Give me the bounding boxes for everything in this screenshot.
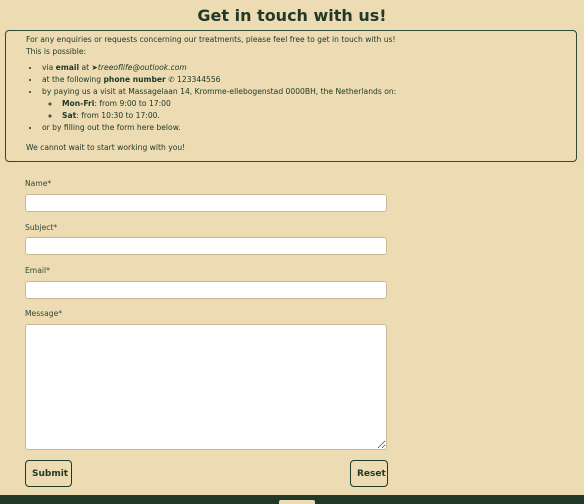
footer-tab	[279, 500, 315, 504]
reset-button[interactable]: Reset	[350, 460, 388, 487]
email-option: via email at ➤ treeoflife@outlook.com	[40, 62, 576, 74]
message-label: Message*	[25, 309, 63, 318]
phone-option: at the following phone number ✆ 12334455…	[40, 74, 576, 86]
phone-icon: ✆	[168, 75, 175, 84]
form-option: or by filling out the form here below.	[40, 122, 576, 134]
page-title: Get in touch with us!	[197, 6, 387, 25]
closing-text: We cannot wait to start working with you…	[26, 143, 186, 152]
submit-button[interactable]: Submit	[25, 460, 72, 487]
subject-label: Subject*	[25, 223, 58, 232]
opening-hours-list: Mon-Fri: from 9:00 to 17:00 Sat: from 10…	[42, 98, 576, 122]
name-label: Name*	[25, 179, 52, 188]
contact-options-list: via email at ➤ treeoflife@outlook.com at…	[26, 62, 576, 134]
contact-info-box: For any enquiries or requests concerning…	[5, 30, 577, 162]
possible-text: This is possible:	[26, 47, 87, 56]
subject-input[interactable]	[25, 237, 387, 255]
email-input[interactable]	[25, 281, 387, 299]
name-input[interactable]	[25, 194, 387, 212]
email-label: Email*	[25, 266, 50, 275]
message-textarea[interactable]	[25, 324, 387, 450]
phone-number[interactable]: 123344556	[177, 75, 220, 84]
hours-item: Mon-Fri: from 9:00 to 17:00	[60, 98, 576, 110]
email-link[interactable]: treeoflife@outlook.com	[98, 63, 187, 72]
intro-text: For any enquiries or requests concerning…	[26, 35, 396, 44]
hours-item: Sat: from 10:30 to 17:00.	[60, 110, 576, 122]
visit-option: by paying us a visit at Massagelaan 14, …	[40, 86, 576, 122]
